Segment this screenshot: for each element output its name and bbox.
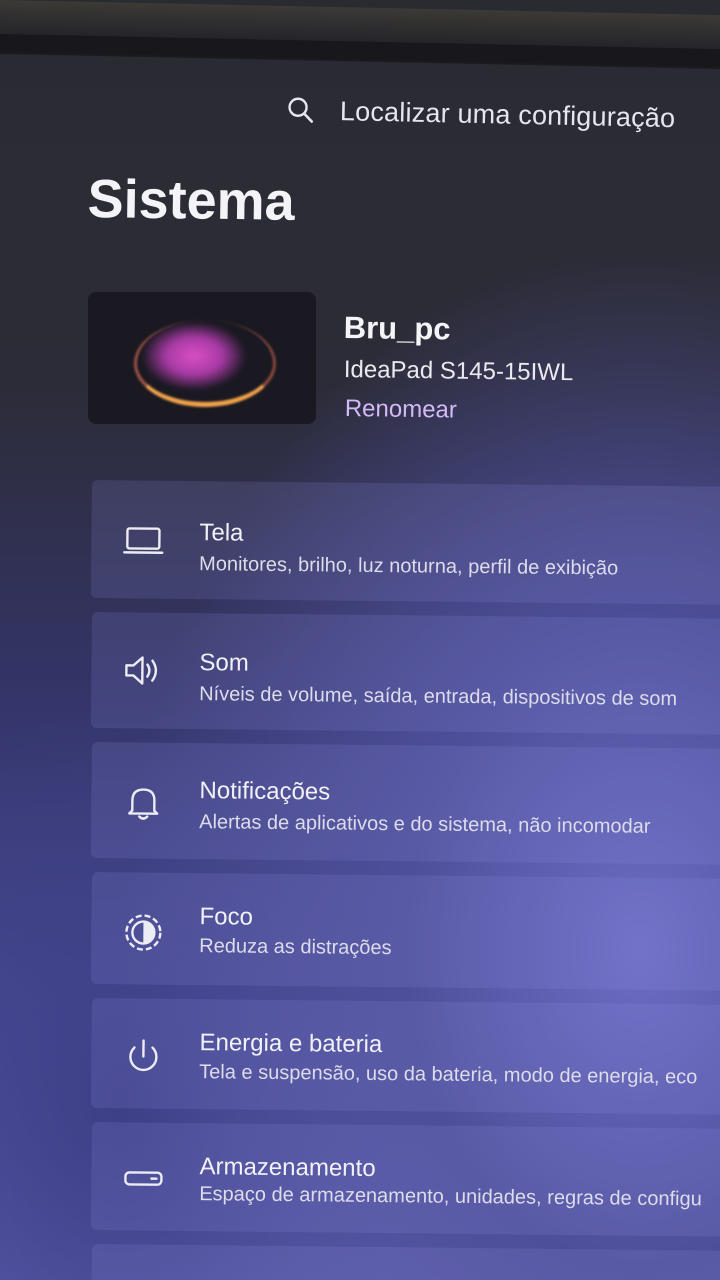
settings-item-notificacoes[interactable]: Notificações Alertas de aplicativos e do… xyxy=(90,742,720,865)
settings-item-description: Espaço de armazenamento, unidades, regra… xyxy=(199,1183,702,1211)
bell-icon xyxy=(121,780,165,824)
page-title: Sistema xyxy=(87,168,296,232)
device-wallpaper-thumbnail xyxy=(88,292,316,424)
settings-window: Localizar uma configuração Sistema Bru_p… xyxy=(0,0,720,1280)
settings-item-description: Alertas de aplicativos e do sistema, não… xyxy=(199,811,651,838)
focus-icon xyxy=(121,910,165,954)
device-model: IdeaPad S145-15IWL xyxy=(343,356,574,387)
settings-item-som[interactable]: Som Níveis de volume, saída, entrada, di… xyxy=(90,612,720,735)
search-input[interactable]: Localizar uma configuração xyxy=(340,96,676,134)
settings-item-name: Tela xyxy=(199,519,244,547)
settings-item-description: Tela e suspensão, uso da bateria, modo d… xyxy=(199,1061,698,1089)
settings-item-energia[interactable]: Energia e bateria Tela e suspensão, uso … xyxy=(90,998,720,1115)
wallpaper-arc xyxy=(134,320,276,407)
settings-item-armazenamento[interactable]: Armazenamento Espaço de armazenamento, u… xyxy=(90,1122,720,1237)
settings-item-foco[interactable]: Foco Reduza as distrações xyxy=(90,872,720,991)
settings-item-description: Níveis de volume, saída, entrada, dispos… xyxy=(199,683,678,711)
settings-item-description: Monitores, brilho, luz noturna, perfil d… xyxy=(199,553,619,580)
settings-item-description: Reduza as distrações xyxy=(199,935,392,960)
settings-item-tela[interactable]: Tela Monitores, brilho, luz noturna, per… xyxy=(90,480,720,605)
rename-link[interactable]: Renomear xyxy=(345,395,457,425)
monitor-icon xyxy=(121,518,165,562)
power-icon xyxy=(121,1034,165,1078)
speaker-icon xyxy=(121,648,165,692)
settings-item-partial[interactable] xyxy=(91,1244,720,1280)
settings-item-name: Foco xyxy=(199,903,254,931)
settings-item-name: Energia e bateria xyxy=(199,1029,383,1059)
search-icon xyxy=(286,95,317,126)
device-name: Bru_pc xyxy=(343,310,451,347)
settings-item-name: Armazenamento xyxy=(199,1153,376,1182)
settings-item-name: Som xyxy=(199,649,249,677)
search-box[interactable]: Localizar uma configuração xyxy=(286,88,720,141)
storage-icon xyxy=(121,1156,165,1200)
settings-item-name: Notificações xyxy=(199,777,331,806)
